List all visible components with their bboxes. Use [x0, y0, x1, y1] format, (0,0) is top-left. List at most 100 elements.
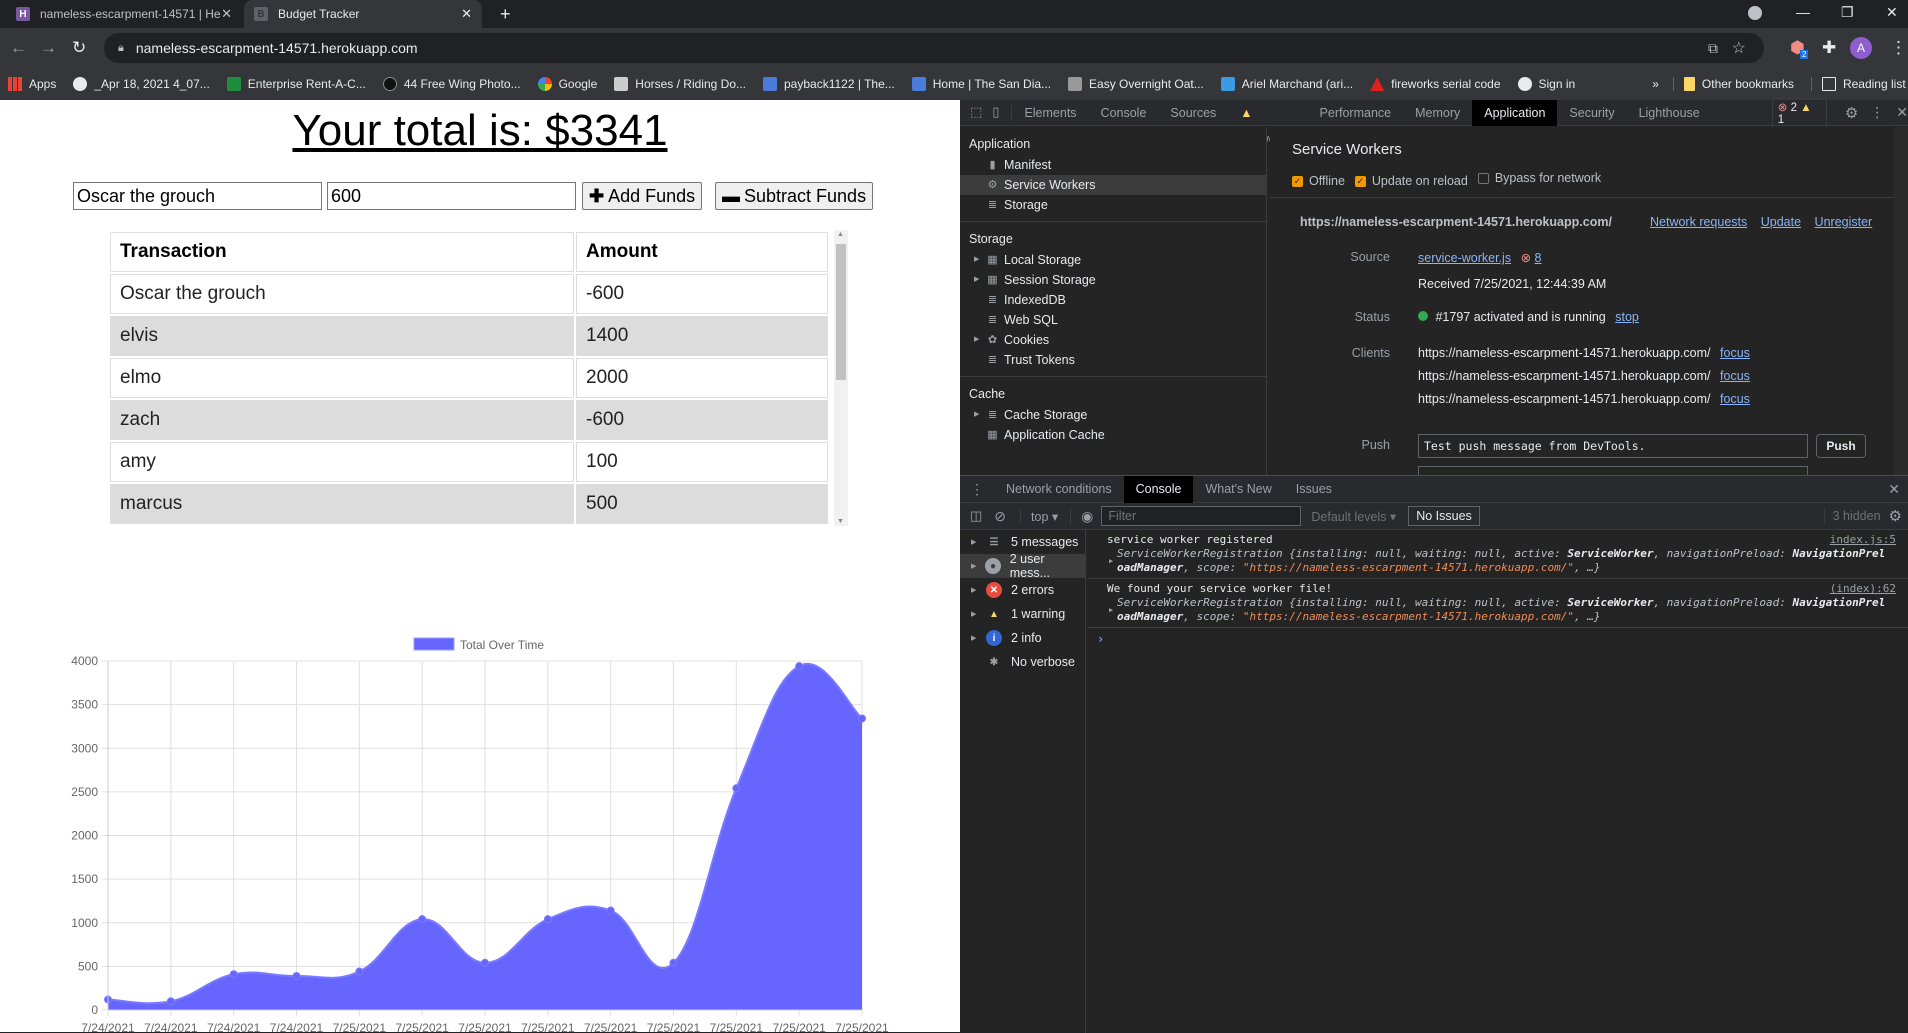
- expand-object-icon[interactable]: ▶: [1109, 554, 1113, 568]
- sidebar-item-local-storage[interactable]: ▶ ▦ Local Storage: [960, 250, 1266, 270]
- context-selector[interactable]: top ▾: [1020, 508, 1058, 524]
- sidebar-item-storage[interactable]: ≣ Storage: [960, 195, 1266, 215]
- push-message-input[interactable]: [1418, 434, 1808, 458]
- tab-search-icon[interactable]: [1748, 6, 1762, 20]
- subtract-funds-button[interactable]: ▬ Subtract Funds: [715, 182, 874, 210]
- bookmark-item[interactable]: Sign in: [1517, 77, 1575, 91]
- scroll-up-icon[interactable]: ▲: [837, 231, 844, 238]
- bookmark-item[interactable]: fireworks serial code: [1370, 77, 1501, 91]
- bookmark-item[interactable]: 44 Free Wing Photo...: [382, 77, 521, 91]
- show-sidebar-icon[interactable]: ◫: [970, 508, 982, 524]
- bookmark-item[interactable]: Home | The San Dia...: [911, 77, 1051, 91]
- device-toolbar-icon[interactable]: ▯: [992, 105, 999, 120]
- unregister-link[interactable]: Unregister: [1815, 215, 1873, 229]
- sidebar-item-application-cache[interactable]: ▦ Application Cache: [960, 425, 1266, 445]
- expand-arrow-icon[interactable]: ▶: [974, 270, 979, 290]
- bookmark-star-icon[interactable]: ☆: [1732, 38, 1746, 58]
- clear-console-icon[interactable]: ⊘: [994, 508, 1006, 525]
- sidebar-item-trust-tokens[interactable]: ≣ Trust Tokens: [960, 350, 1266, 370]
- console-filter-input[interactable]: [1101, 506, 1302, 526]
- close-window-icon[interactable]: ✕: [1886, 4, 1898, 21]
- profile-avatar[interactable]: A: [1850, 37, 1872, 59]
- chrome-menu-icon[interactable]: ⋮: [1890, 38, 1907, 58]
- devtools-tab-console[interactable]: Console: [1089, 100, 1159, 126]
- console-filter-1-warning[interactable]: ▶ ▲ 1 warning: [960, 602, 1085, 626]
- update-link[interactable]: Update: [1761, 215, 1801, 229]
- network-requests-link[interactable]: Network requests: [1650, 215, 1747, 229]
- pane-scrollbar[interactable]: [1894, 127, 1908, 475]
- sidebar-item-indexeddb[interactable]: ≣ IndexedDB: [960, 290, 1266, 310]
- devtools-tab-memory[interactable]: Memory: [1403, 100, 1472, 126]
- expand-arrow-icon[interactable]: ▶: [971, 538, 986, 546]
- more-options-icon[interactable]: ⋮: [1870, 105, 1884, 121]
- drawer-tab-what-s-new[interactable]: What's New: [1193, 476, 1283, 503]
- source-error-count-link[interactable]: 8: [1535, 251, 1542, 265]
- scrollbar-thumb[interactable]: [836, 244, 846, 380]
- close-drawer-icon[interactable]: ✕: [1888, 481, 1900, 498]
- expand-arrow-icon[interactable]: ▶: [971, 586, 986, 594]
- devtools-tab-performance[interactable]: Performance: [1308, 100, 1404, 126]
- close-tab-icon[interactable]: ✕: [221, 6, 232, 22]
- focus-client-link[interactable]: focus: [1720, 369, 1750, 383]
- object-preview[interactable]: ServiceWorkerRegistration {installing: n…: [1107, 547, 1896, 561]
- devtools-tab-elements[interactable]: Elements: [1012, 100, 1088, 126]
- console-filter-5-messages[interactable]: ▶ ☰ 5 messages: [960, 530, 1085, 554]
- object-preview[interactable]: ServiceWorkerRegistration {installing: n…: [1107, 596, 1896, 610]
- reading-list[interactable]: Reading list: [1810, 77, 1906, 91]
- drawer-tab-network-conditions[interactable]: Network conditions: [994, 476, 1124, 503]
- focus-client-link[interactable]: focus: [1720, 346, 1750, 360]
- console-prompt[interactable]: ›: [1087, 628, 1908, 646]
- offline-checkbox[interactable]: ✓ Offline: [1292, 174, 1345, 188]
- push-button[interactable]: Push: [1816, 434, 1866, 458]
- sidebar-item-manifest[interactable]: ▮ Manifest: [960, 155, 1266, 175]
- sidebar-item-web-sql[interactable]: ≣ Web SQL: [960, 310, 1266, 330]
- live-expression-eye-icon[interactable]: ◉: [1070, 507, 1093, 525]
- expand-object-icon[interactable]: ▶: [1109, 603, 1113, 617]
- new-tab-button[interactable]: +: [490, 0, 521, 28]
- address-bar[interactable]: 🔒︎ nameless-escarpment-14571.herokuapp.c…: [104, 33, 1764, 63]
- inspect-element-icon[interactable]: ⬚: [970, 105, 982, 120]
- focus-client-link[interactable]: focus: [1720, 392, 1750, 406]
- bookmark-item[interactable]: Enterprise Rent-A-C...: [226, 77, 366, 91]
- service-worker-source-link[interactable]: service-worker.js: [1418, 251, 1511, 265]
- devtools-tab-network[interactable]: ▲ Network: [1228, 100, 1307, 146]
- close-devtools-icon[interactable]: ✕: [1896, 105, 1908, 121]
- console-filter-2-info[interactable]: ▶ i 2 info: [960, 626, 1085, 650]
- transaction-name-input[interactable]: [73, 182, 322, 210]
- devtools-tab-security[interactable]: Security: [1557, 100, 1626, 126]
- open-external-icon[interactable]: ⧉: [1708, 40, 1718, 57]
- sidebar-item-cache-storage[interactable]: ▶ ≣ Cache Storage: [960, 405, 1266, 425]
- reload-icon[interactable]: ↻: [72, 38, 86, 58]
- bookmark-item[interactable]: Google: [537, 77, 597, 91]
- object-preview[interactable]: oadManager, scope: "https://nameless-esc…: [1107, 610, 1896, 624]
- message-source-link[interactable]: index.js:5: [1830, 533, 1896, 547]
- console-filter-2-errors[interactable]: ▶ ✕ 2 errors: [960, 578, 1085, 602]
- log-levels-dropdown[interactable]: Default levels ▾: [1311, 509, 1396, 524]
- update-on-reload-checkbox[interactable]: ✓ Update on reload: [1354, 174, 1468, 188]
- issues-counter[interactable]: ⊗ 2 ▲ 1: [1771, 97, 1827, 128]
- devtools-tab-lighthouse[interactable]: Lighthouse: [1627, 100, 1712, 126]
- expand-arrow-icon[interactable]: ▶: [974, 330, 979, 350]
- bookmark-item[interactable]: Easy Overnight Oat...: [1068, 77, 1204, 91]
- bookmark-item[interactable]: payback1122 | The...: [763, 77, 895, 91]
- back-icon[interactable]: ←: [10, 38, 27, 58]
- drawer-tab-issues[interactable]: Issues: [1284, 476, 1344, 503]
- bookmark-item[interactable]: Horses / Riding Do...: [614, 77, 746, 91]
- table-scrollbar[interactable]: ▲ ▼: [834, 230, 848, 526]
- console-filter-2-user-mess-[interactable]: ▶ ● 2 user mess...: [960, 552, 1085, 580]
- devtools-tab-application[interactable]: Application: [1472, 99, 1558, 126]
- bookmark-item[interactable]: Ariel Marchand (ari...: [1220, 77, 1353, 91]
- expand-arrow-icon[interactable]: ▶: [971, 634, 986, 642]
- bypass-for-network-checkbox[interactable]: Bypass for network: [1477, 171, 1601, 185]
- message-source-link[interactable]: (index):62: [1830, 582, 1896, 596]
- bookmarks-overflow-button[interactable]: »: [1652, 77, 1659, 91]
- expand-arrow-icon[interactable]: ▶: [971, 562, 985, 570]
- browser-tab-heroku[interactable]: H nameless-escarpment-14571 | He ✕: [6, 0, 242, 28]
- devtools-tab-sources[interactable]: Sources: [1158, 100, 1228, 126]
- close-tab-icon[interactable]: ✕: [461, 6, 472, 22]
- other-bookmarks[interactable]: Other bookmarks: [1672, 77, 1794, 91]
- expand-arrow-icon[interactable]: ▶: [974, 250, 979, 270]
- restore-icon[interactable]: ❐: [1841, 4, 1854, 21]
- add-funds-button[interactable]: ✚ Add Funds: [582, 182, 703, 210]
- expand-arrow-icon[interactable]: ▶: [974, 405, 979, 425]
